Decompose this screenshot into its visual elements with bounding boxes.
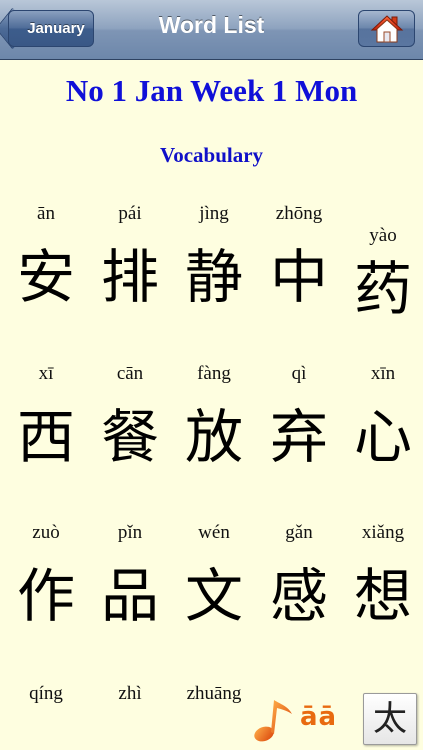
word-hanzi: 作 [16,562,75,630]
section-title: Vocabulary [159,143,264,167]
word-pinyin: xī [38,363,54,384]
word-pinyin: zuò [32,522,60,543]
word-hanzi: 心 [353,403,412,471]
word-hanzi: 安 [16,243,75,311]
word-pinyin: zhōng [275,203,323,224]
word-hanzi: 想 [353,562,412,630]
dictionary-char: 太 [373,699,407,739]
word-hanzi: 排 [100,243,159,311]
lesson-title: No 1 Jan Week 1 Mon [65,73,358,108]
word-hanzi: 中 [269,243,328,311]
word-pinyin: fàng [197,363,231,384]
word-hanzi: 弃 [269,403,328,471]
word-hanzi: 西 [16,403,75,471]
word-pinyin: zhì [118,683,142,704]
dictionary-button[interactable]: 太 [363,693,417,745]
word-hanzi: 药 [353,255,412,323]
word-pinyin: ān [37,203,55,224]
word-pinyin: jìng [199,203,229,224]
word-hanzi: 品 [100,562,159,630]
home-button[interactable] [358,10,415,47]
audio-button[interactable]: āā [252,696,342,744]
word-pinyin: pǐn [117,522,143,543]
word-pinyin: qì [291,363,307,384]
word-hanzi: 文 [184,562,243,630]
word-pinyin: wén [198,522,230,543]
navigation-bar: January Word List [0,0,423,60]
word-hanzi: 餐 [100,403,159,471]
word-pinyin: yào [369,225,397,246]
word-hanzi: 放 [184,403,243,471]
tone-label: āā [300,702,338,732]
word-pinyin: pái [118,203,142,224]
word-hanzi: 静 [184,243,243,311]
word-pinyin: gǎn [285,522,313,543]
word-pinyin: xīn [370,363,396,384]
word-pinyin: zhuāng [186,683,242,704]
home-icon [370,14,403,42]
word-pinyin: xiǎng [361,522,405,543]
word-pinyin: qíng [29,683,63,704]
word-pinyin: cān [116,363,144,384]
word-hanzi: 感 [269,562,328,630]
